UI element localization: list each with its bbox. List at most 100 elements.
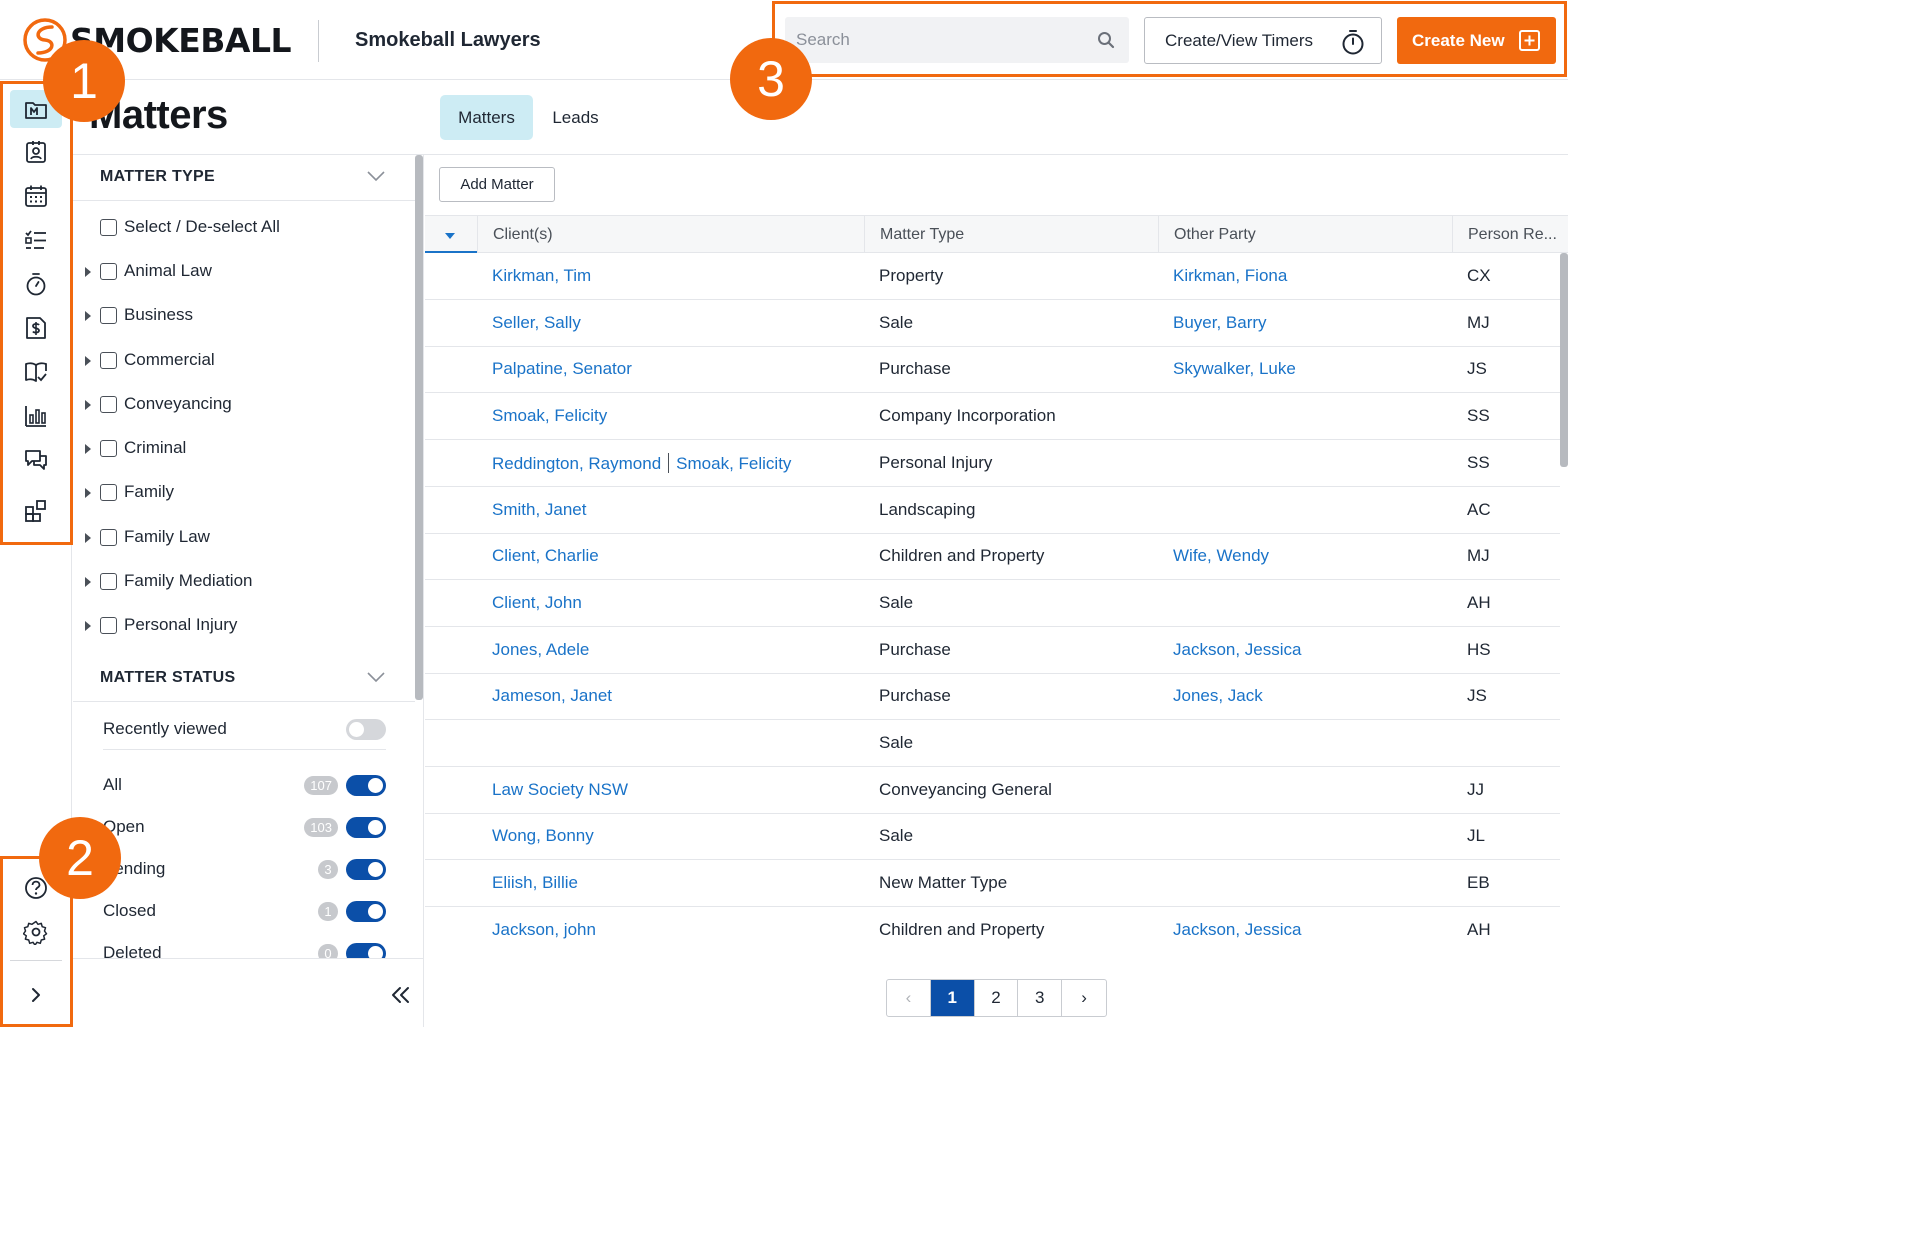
client-link[interactable]: Smoak, Felicity: [676, 454, 791, 473]
expand-caret-icon[interactable]: [85, 267, 91, 277]
toggle-knob: [368, 904, 383, 919]
table-row[interactable]: Reddington, Raymond Smoak, Felicity Person…: [425, 440, 1560, 487]
status-toggle[interactable]: [346, 775, 386, 796]
cell-clients: Smoak, Felicity: [492, 406, 607, 426]
expand-caret-icon[interactable]: [85, 311, 91, 322]
cell-other-party[interactable]: Buyer, Barry: [1173, 313, 1267, 333]
table-scrollbar[interactable]: [1560, 253, 1568, 467]
matter-type-checkbox[interactable]: [100, 617, 117, 634]
status-open: Open 103: [103, 809, 386, 845]
client-link[interactable]: Kirkman, Tim: [492, 266, 591, 285]
client-link[interactable]: Smoak, Felicity: [492, 406, 607, 425]
status-count-badge: 1: [318, 902, 338, 921]
matter-type-family-mediation[interactable]: Family Mediation: [73, 560, 413, 604]
client-link[interactable]: Smith, Janet: [492, 500, 587, 519]
matter-type-animal-law[interactable]: Animal Law: [73, 250, 413, 294]
cell-person-responsible: EB: [1467, 873, 1490, 893]
client-link[interactable]: Reddington, Raymond: [492, 454, 661, 473]
status-count-badge: 107: [304, 776, 338, 795]
next-page-button[interactable]: ›: [1062, 980, 1106, 1016]
table-row[interactable]: Eliish, Billie New Matter Type EB: [425, 860, 1560, 908]
client-link[interactable]: Palpatine, Senator: [492, 359, 632, 378]
filter-panel-scrollbar[interactable]: [415, 155, 423, 700]
expand-caret-icon[interactable]: [85, 488, 91, 499]
expand-caret-icon[interactable]: [85, 576, 91, 587]
cell-other-party[interactable]: Skywalker, Luke: [1173, 359, 1296, 379]
matter-type-checkbox[interactable]: [100, 395, 117, 413]
column-other-party[interactable]: Other Party: [1158, 216, 1452, 253]
table-row[interactable]: Jones, Adele Purchase Jackson, Jessica HS: [425, 627, 1560, 674]
expand-caret-icon[interactable]: [85, 399, 91, 410]
client-link[interactable]: Jones, Adele: [492, 640, 589, 659]
column-clients[interactable]: Client(s): [477, 216, 864, 253]
table-row[interactable]: Client, Charlie Children and Property Wife…: [425, 533, 1560, 581]
add-matter-button[interactable]: Add Matter: [439, 167, 555, 202]
client-link[interactable]: Eliish, Billie: [492, 873, 578, 892]
client-link[interactable]: Wong, Bonny: [492, 826, 594, 845]
table-row[interactable]: Wong, Bonny Sale JL: [425, 813, 1560, 861]
matter-status-header[interactable]: MATTER STATUS: [73, 656, 415, 702]
page-3-button[interactable]: 3: [1018, 980, 1063, 1016]
tab-leads[interactable]: Leads: [538, 95, 613, 140]
select-all-row[interactable]: Select / De-select All: [73, 206, 413, 250]
prev-page-button[interactable]: ‹: [887, 980, 931, 1016]
cell-clients: Seller, Sally: [492, 313, 581, 333]
cell-matter-type: Personal Injury: [879, 452, 993, 472]
table-row[interactable]: Smoak, Felicity Company Incorporation SS: [425, 393, 1560, 441]
select-all-checkbox[interactable]: [100, 219, 117, 236]
expand-caret-icon[interactable]: [85, 444, 91, 454]
matter-type-personal-injury[interactable]: Personal Injury: [73, 604, 413, 648]
expand-caret-icon[interactable]: [85, 621, 91, 631]
matter-type-criminal[interactable]: Criminal: [73, 427, 413, 471]
table-row[interactable]: Jackson, john Children and Property Jackso…: [425, 907, 1560, 953]
matter-type-checkbox[interactable]: [100, 528, 117, 546]
cell-matter-type: Children and Property: [879, 919, 1045, 939]
matter-type-conveyancing[interactable]: Conveyancing: [73, 383, 413, 427]
client-link[interactable]: Seller, Sally: [492, 313, 581, 332]
client-link[interactable]: Law Society NSW: [492, 780, 628, 799]
tab-matters[interactable]: Matters: [440, 95, 533, 140]
recently-viewed-toggle[interactable]: [346, 719, 386, 740]
page-2-button[interactable]: 2: [975, 980, 1019, 1016]
table-row[interactable]: Palpatine, Senator Purchase Skywalker, Luk…: [425, 346, 1560, 394]
table-row[interactable]: Smith, Janet Landscaping AC: [425, 487, 1560, 534]
matter-type-header[interactable]: MATTER TYPE: [73, 155, 415, 201]
column-matter-type[interactable]: Matter Type: [864, 216, 1158, 253]
matter-type-checkbox[interactable]: [100, 440, 117, 457]
cell-other-party[interactable]: Wife, Wendy: [1173, 546, 1269, 566]
sort-column-header[interactable]: [425, 216, 477, 253]
cell-matter-type: Purchase: [879, 359, 951, 379]
client-link[interactable]: Client, Charlie: [492, 546, 599, 565]
status-toggle[interactable]: [346, 817, 386, 838]
table-row[interactable]: Sale: [425, 720, 1560, 767]
cell-person-responsible: SS: [1467, 452, 1490, 472]
column-person-responsible[interactable]: Person Re...: [1452, 216, 1568, 253]
expand-caret-icon[interactable]: [85, 532, 91, 543]
cell-other-party[interactable]: Jackson, Jessica: [1173, 920, 1302, 940]
matter-type-family[interactable]: Family: [73, 471, 413, 515]
cell-other-party[interactable]: Jackson, Jessica: [1173, 640, 1302, 660]
table-row[interactable]: Kirkman, Tim Property Kirkman, Fiona CX: [425, 253, 1560, 300]
page-1-button[interactable]: 1: [930, 980, 975, 1016]
matter-type-checkbox[interactable]: [100, 263, 117, 280]
matter-type-checkbox[interactable]: [100, 351, 117, 369]
matter-type-checkbox[interactable]: [100, 307, 117, 325]
collapse-panel-icon[interactable]: [387, 983, 413, 1007]
cell-other-party[interactable]: Kirkman, Fiona: [1173, 266, 1287, 286]
client-link[interactable]: Client, John: [492, 593, 582, 612]
table-row[interactable]: Jameson, Janet Purchase Jones, Jack JS: [425, 673, 1560, 721]
matter-type-business[interactable]: Business: [73, 294, 413, 338]
matter-type-checkbox[interactable]: [100, 572, 117, 590]
status-toggle[interactable]: [346, 901, 386, 922]
status-toggle[interactable]: [346, 859, 386, 880]
matter-type-family-law[interactable]: Family Law: [73, 516, 413, 560]
matter-type-commercial[interactable]: Commercial: [73, 339, 413, 383]
cell-other-party[interactable]: Jones, Jack: [1173, 686, 1263, 706]
table-row[interactable]: Seller, Sally Sale Buyer, Barry MJ: [425, 300, 1560, 347]
table-row[interactable]: Client, John Sale AH: [425, 580, 1560, 627]
expand-caret-icon[interactable]: [85, 355, 91, 366]
table-row[interactable]: Law Society NSW Conveyancing General JJ: [425, 767, 1560, 814]
matter-type-checkbox[interactable]: [100, 484, 117, 502]
client-link[interactable]: Jameson, Janet: [492, 686, 612, 705]
client-link[interactable]: Jackson, john: [492, 920, 596, 939]
